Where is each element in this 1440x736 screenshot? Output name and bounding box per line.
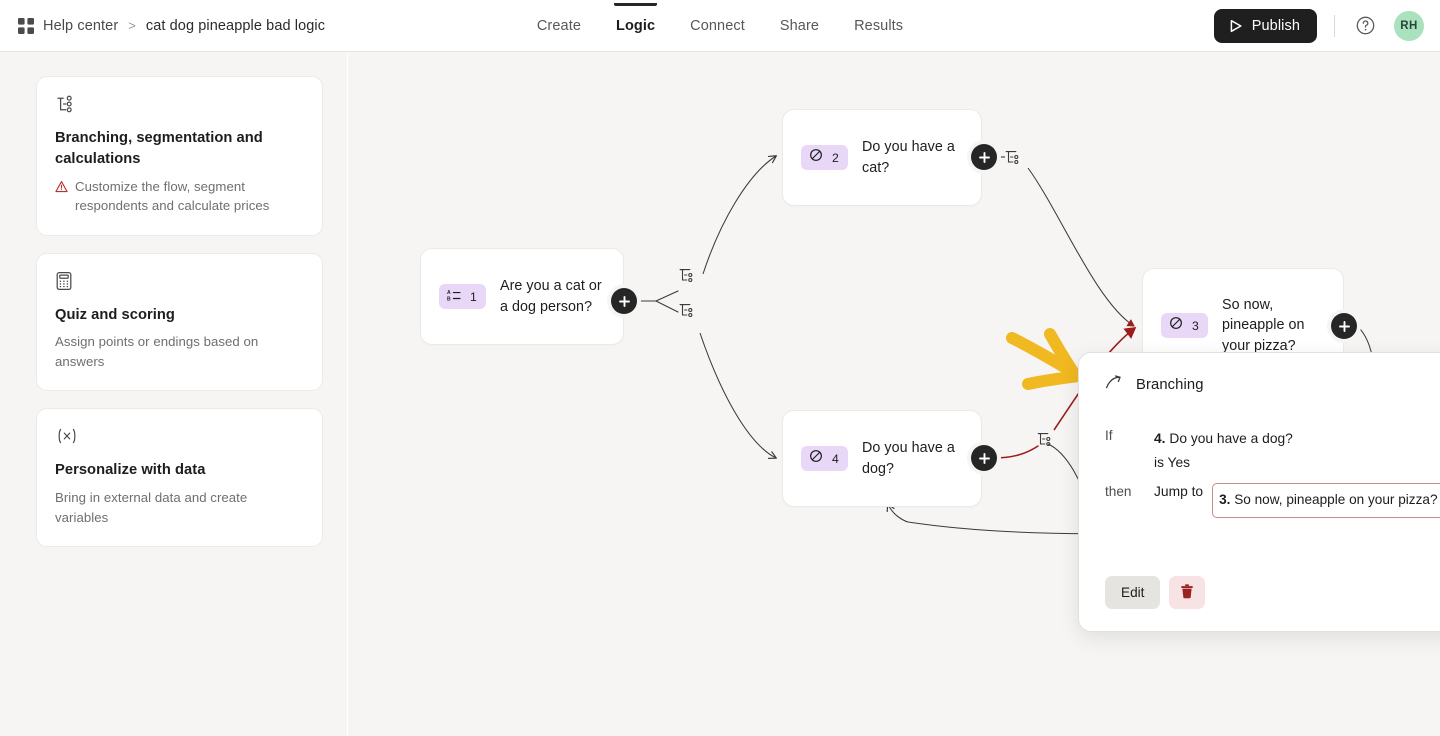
node-question-text: Do you have a cat? bbox=[862, 139, 955, 176]
sidebar-card-personalize[interactable]: Personalize with data Bring in external … bbox=[36, 408, 323, 547]
add-step-button-2[interactable] bbox=[971, 144, 997, 170]
jump-to-label: Jump to bbox=[1154, 484, 1204, 500]
sidebar-card-branching[interactable]: Branching, segmentation and calculations… bbox=[36, 76, 323, 236]
add-step-button-1[interactable] bbox=[611, 288, 637, 314]
sidebar-card-quiz[interactable]: Quiz and scoring Assign points or ending… bbox=[36, 252, 323, 392]
node-type-badge: 2 bbox=[801, 145, 848, 170]
branching-panel[interactable]: Branching If 4. Do you have a dog? is Ye… bbox=[1078, 352, 1440, 632]
breadcrumb-help-center[interactable]: Help center bbox=[43, 18, 118, 34]
jump-target-wrap: Jump to 3. So now, pineapple on your piz… bbox=[1154, 483, 1440, 518]
then-label: then bbox=[1105, 484, 1132, 500]
node-number: 3 bbox=[1192, 318, 1199, 333]
node-number: 4 bbox=[832, 451, 839, 466]
breadcrumb: Help center > cat dog pineapple bad logi… bbox=[18, 17, 325, 34]
avatar[interactable]: RH bbox=[1394, 10, 1424, 41]
delete-button[interactable] bbox=[1169, 576, 1206, 609]
add-step-button-4[interactable] bbox=[971, 445, 997, 471]
jump-arrow-icon bbox=[1105, 375, 1122, 395]
yes-no-icon bbox=[809, 148, 823, 167]
condition-question: Do you have a dog? bbox=[1169, 431, 1293, 446]
branch-split-icon-b[interactable] bbox=[678, 301, 696, 319]
if-label: If bbox=[1105, 428, 1113, 443]
edit-button[interactable]: Edit bbox=[1105, 576, 1161, 609]
node-number: 2 bbox=[832, 150, 839, 165]
yes-no-icon bbox=[809, 449, 823, 468]
header-actions: Publish RH bbox=[1213, 8, 1424, 43]
branch-split-icon-4[interactable] bbox=[1036, 430, 1054, 448]
sidebar-card-desc: Assign points or endings based on answer… bbox=[55, 334, 259, 369]
node-type-badge: 4 bbox=[801, 446, 848, 471]
multiple-choice-icon: AB bbox=[447, 288, 461, 306]
rule-if-row: If 4. Do you have a dog? is Yes bbox=[1105, 427, 1440, 474]
sidebar-card-title: Quiz and scoring bbox=[55, 306, 175, 323]
publish-icon bbox=[1229, 19, 1243, 33]
flow-node-2[interactable]: 2 Do you have a cat? bbox=[782, 109, 982, 206]
svg-text:B: B bbox=[447, 296, 451, 301]
node-type-badge: AB 1 bbox=[439, 284, 486, 309]
jump-target-chip[interactable]: 3. So now, pineapple on your pizza?! bbox=[1212, 483, 1440, 518]
flow-node-4[interactable]: 4 Do you have a dog? bbox=[782, 410, 982, 507]
grid-menu-icon[interactable] bbox=[18, 17, 34, 34]
sidebar-card-desc-wrap: Customize the flow, segment respondents … bbox=[55, 177, 304, 216]
sidebar-card-desc: Customize the flow, segment respondents … bbox=[75, 178, 270, 214]
sidebar-card-desc: Bring in external data and create variab… bbox=[55, 490, 248, 525]
rule-then-row: then Jump to 3. So now, pineapple on you… bbox=[1105, 483, 1440, 518]
condition-number: 4. bbox=[1154, 431, 1166, 446]
sidebar-card-title: Personalize with data bbox=[55, 462, 206, 479]
target-question: So now, pineapple on your pizza? bbox=[1234, 492, 1438, 508]
main-body: Branching, segmentation and calculations… bbox=[0, 52, 1440, 736]
branch-split-icon-2[interactable] bbox=[1004, 148, 1022, 166]
header-divider bbox=[1334, 14, 1335, 37]
publish-button[interactable]: Publish bbox=[1213, 8, 1317, 43]
add-step-button-3[interactable] bbox=[1331, 313, 1357, 339]
tab-results[interactable]: Results bbox=[852, 3, 905, 48]
condition-operator: is Yes bbox=[1154, 454, 1191, 470]
calculator-icon bbox=[55, 271, 304, 291]
tab-create[interactable]: Create bbox=[535, 3, 583, 48]
logic-editor-app: Help center > cat dog pineapple bad logi… bbox=[0, 0, 1440, 736]
branch-split-icon-a[interactable] bbox=[678, 266, 696, 284]
yes-no-icon bbox=[1169, 316, 1183, 335]
breadcrumb-separator: > bbox=[128, 18, 136, 33]
node-type-badge: 3 bbox=[1161, 313, 1208, 338]
top-header: Help center > cat dog pineapple bad logi… bbox=[0, 0, 1440, 52]
node-number: 1 bbox=[470, 289, 477, 304]
rule-condition: 4. Do you have a dog? is Yes bbox=[1154, 427, 1293, 474]
panel-header: Branching bbox=[1105, 375, 1440, 395]
panel-title: Branching bbox=[1136, 377, 1204, 393]
node-question-text: So now, pineapple on your pizza? bbox=[1222, 297, 1305, 354]
sidebar-card-title: Branching, segmentation and calculations bbox=[55, 130, 263, 167]
target-number: 3. bbox=[1219, 492, 1231, 508]
branching-icon bbox=[55, 94, 304, 114]
variable-icon bbox=[55, 426, 304, 446]
canvas-inner: AB 1 Are you a cat or a dog person? 2 Do… bbox=[348, 52, 1440, 736]
tab-share[interactable]: Share bbox=[778, 3, 821, 48]
svg-text:A: A bbox=[447, 290, 451, 296]
panel-actions: Edit bbox=[1105, 576, 1206, 609]
trash-icon bbox=[1180, 583, 1194, 602]
logic-sidebar: Branching, segmentation and calculations… bbox=[0, 52, 347, 736]
node-question-text: Are you a cat or a dog person? bbox=[500, 278, 602, 315]
node-question-text: Do you have a dog? bbox=[862, 440, 955, 477]
logic-canvas[interactable]: AB 1 Are you a cat or a dog person? 2 Do… bbox=[347, 52, 1440, 736]
publish-label: Publish bbox=[1251, 17, 1300, 34]
warning-triangle-icon bbox=[55, 179, 68, 198]
help-icon[interactable] bbox=[1352, 13, 1378, 39]
tab-connect[interactable]: Connect bbox=[688, 3, 747, 48]
breadcrumb-form-name[interactable]: cat dog pineapple bad logic bbox=[146, 18, 325, 34]
flow-node-1[interactable]: AB 1 Are you a cat or a dog person? bbox=[420, 248, 624, 345]
tab-logic[interactable]: Logic bbox=[613, 3, 658, 48]
